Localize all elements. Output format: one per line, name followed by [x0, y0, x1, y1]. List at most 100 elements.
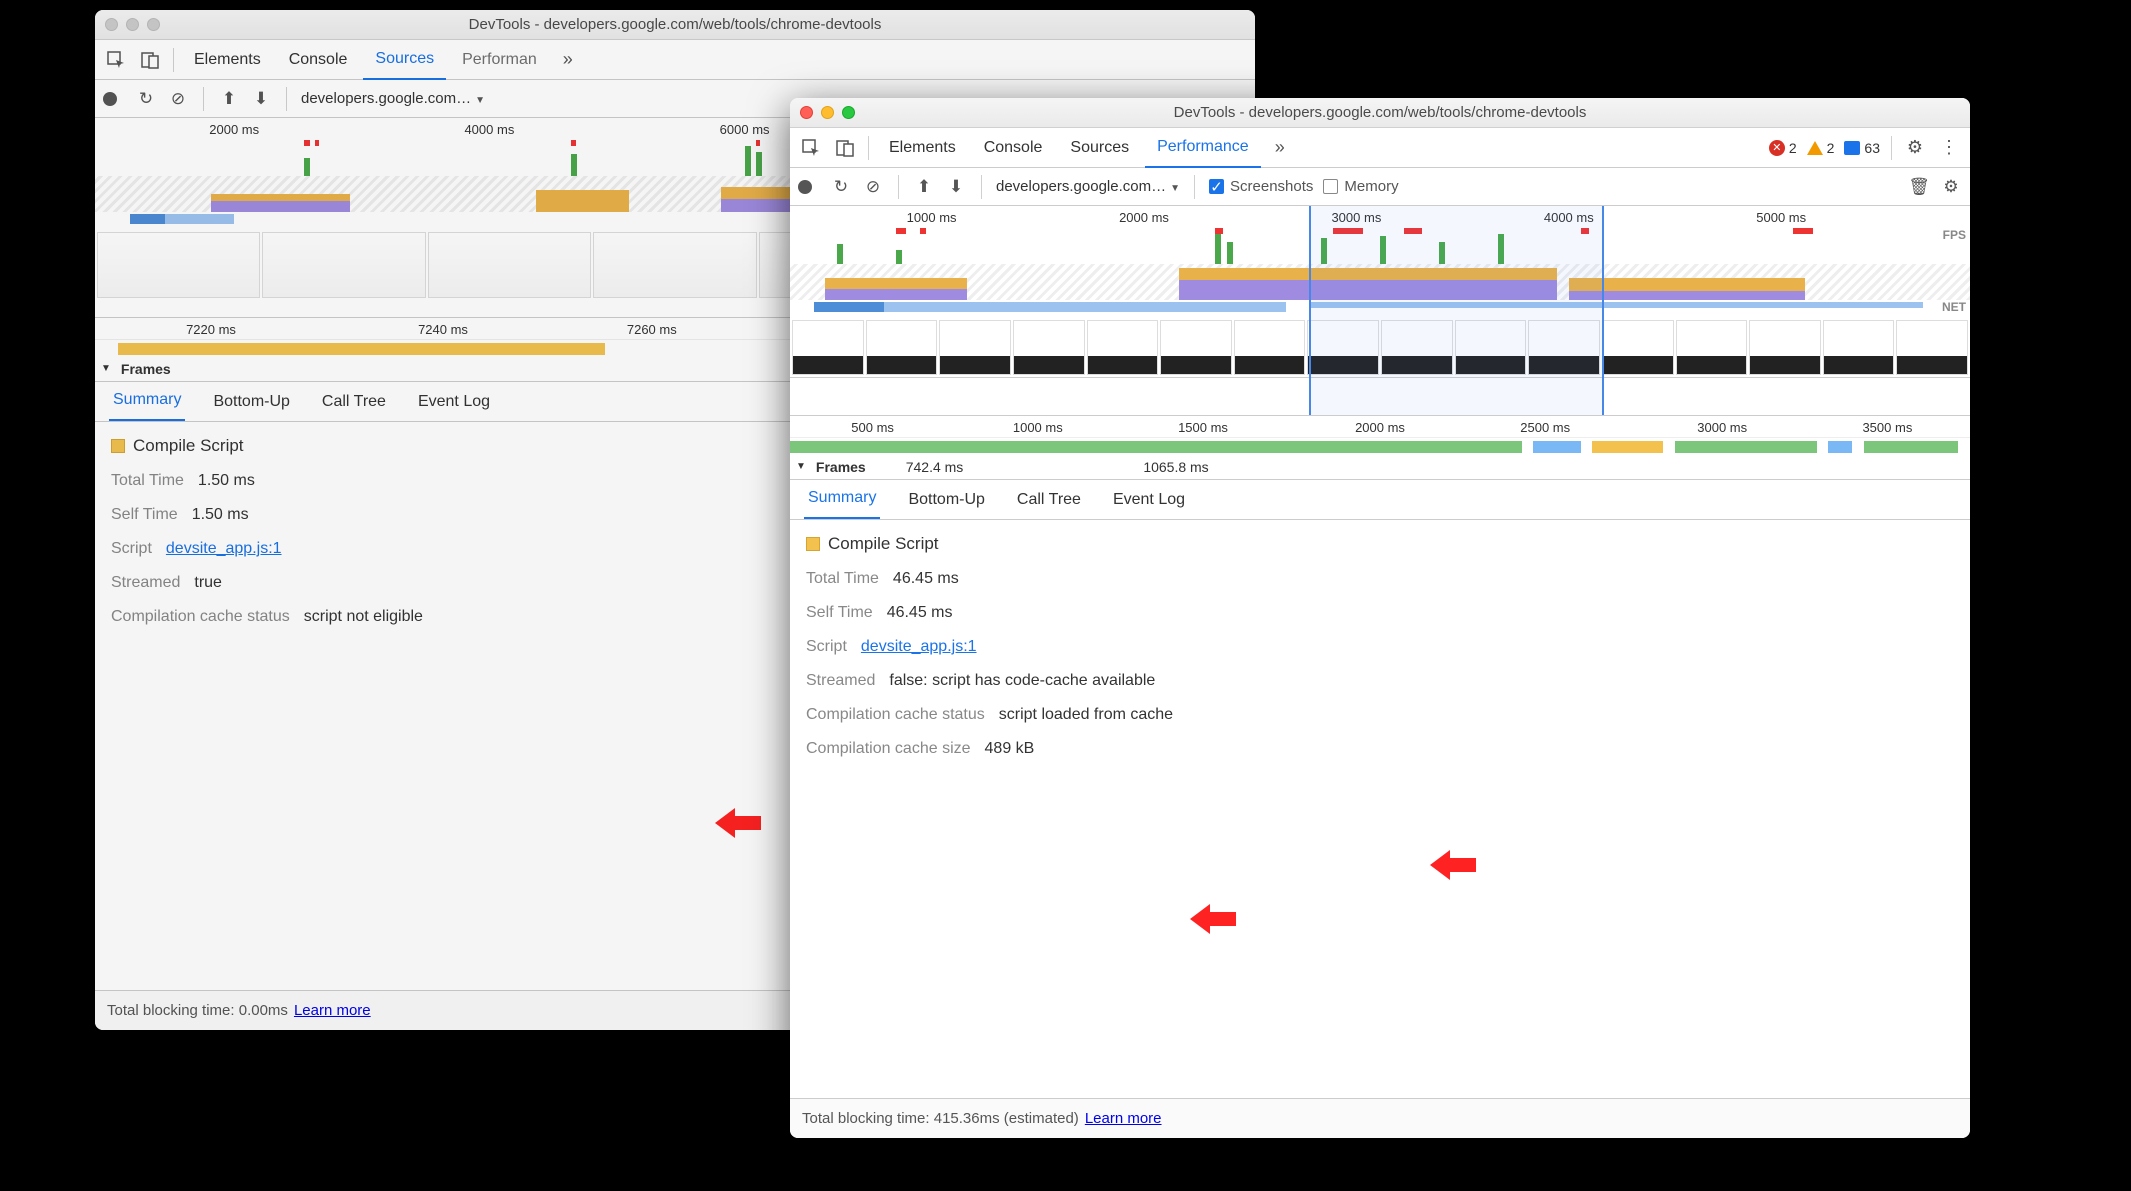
disclosure-tri-icon[interactable]: ▼: [796, 461, 806, 472]
trace-select-label: developers.google.com…: [301, 90, 471, 107]
script-link[interactable]: devsite_app.js:1: [166, 540, 282, 558]
frame-time-2: 1065.8 ms: [1143, 459, 1208, 475]
tab-performance-cut[interactable]: Performan: [450, 41, 549, 79]
min-dot[interactable]: [126, 18, 139, 31]
messages-badge[interactable]: 63: [1844, 140, 1880, 156]
screenshots-check[interactable]: ✓Screenshots: [1209, 178, 1313, 195]
tick: 1000 ms: [1013, 420, 1063, 435]
trace-select[interactable]: developers.google.com…▼: [301, 90, 485, 107]
learn-more-link[interactable]: Learn more: [1085, 1110, 1162, 1127]
kebab-icon[interactable]: ⋮: [1934, 137, 1964, 158]
tick: 2000 ms: [1119, 210, 1169, 225]
titlebar[interactable]: DevTools - developers.google.com/web/too…: [95, 10, 1255, 40]
lbl-streamed: Streamed: [111, 574, 180, 592]
lbl-ccsize: Compilation cache size: [806, 740, 971, 758]
script-link[interactable]: devsite_app.js:1: [861, 638, 977, 656]
tab-elements[interactable]: Elements: [182, 41, 273, 79]
dtab-calltree[interactable]: Call Tree: [1013, 481, 1085, 519]
settings-gear-icon[interactable]: ⚙: [1900, 137, 1930, 158]
reload-icon[interactable]: ↻: [135, 89, 157, 109]
dtab-summary[interactable]: Summary: [109, 381, 185, 421]
record-icon[interactable]: [103, 92, 125, 106]
trace-select[interactable]: developers.google.com…▼: [996, 178, 1180, 195]
overview[interactable]: 1000 ms 2000 ms 3000 ms 4000 ms 5000 ms …: [790, 206, 1970, 416]
device-icon[interactable]: [830, 139, 860, 157]
learn-more-link[interactable]: Learn more: [294, 1002, 371, 1019]
max-dot[interactable]: [147, 18, 160, 31]
download-icon[interactable]: ⬇: [945, 177, 967, 197]
tick: 7240 ms: [418, 322, 468, 337]
more-tabs-icon[interactable]: »: [1265, 137, 1295, 158]
separator: [203, 87, 204, 111]
dtab-summary[interactable]: Summary: [804, 479, 880, 519]
separator: [868, 136, 869, 160]
separator: [981, 175, 982, 199]
titlebar[interactable]: DevTools - developers.google.com/web/too…: [790, 98, 1970, 128]
tick: 2000 ms: [1355, 420, 1405, 435]
device-icon[interactable]: [135, 51, 165, 69]
close-dot[interactable]: [105, 18, 118, 31]
download-icon[interactable]: ⬇: [250, 89, 272, 109]
tab-performance[interactable]: Performance: [1145, 128, 1261, 168]
main-tabs: Elements Console Sources Performan »: [95, 40, 1255, 80]
dtab-eventlog[interactable]: Event Log: [1109, 481, 1189, 519]
tick: 7260 ms: [627, 322, 677, 337]
tab-elements[interactable]: Elements: [877, 129, 968, 167]
tick: 2500 ms: [1520, 420, 1570, 435]
event-title: Compile Script: [806, 534, 1954, 554]
tick: 4000 ms: [464, 122, 514, 137]
block-icon[interactable]: ⊘: [167, 89, 189, 109]
frames-header[interactable]: ▼ Frames 742.4 ms 1065.8 ms: [790, 454, 1970, 480]
delete-icon[interactable]: 🗑: [1908, 177, 1930, 197]
more-tabs-icon[interactable]: »: [553, 49, 583, 70]
reload-icon[interactable]: ↻: [830, 177, 852, 197]
upload-icon[interactable]: ⬆: [218, 89, 240, 109]
memory-check[interactable]: Memory: [1323, 178, 1398, 195]
separator: [1891, 136, 1892, 160]
tbt-value: 415.36ms (estimated): [934, 1110, 1079, 1127]
dtab-bottomup[interactable]: Bottom-Up: [209, 383, 293, 421]
tab-sources[interactable]: Sources: [363, 40, 446, 80]
detail-tabs: Summary Bottom-Up Call Tree Event Log: [790, 480, 1970, 520]
inspect-icon[interactable]: [796, 139, 826, 157]
tab-sources[interactable]: Sources: [1058, 129, 1141, 167]
val-ccstatus: script not eligible: [304, 608, 423, 626]
block-icon[interactable]: ⊘: [862, 177, 884, 197]
scripting-color-icon: [806, 537, 820, 551]
close-dot[interactable]: [800, 106, 813, 119]
inspect-icon[interactable]: [101, 51, 131, 69]
lbl-self: Self Time: [806, 604, 873, 622]
tab-console[interactable]: Console: [972, 129, 1055, 167]
record-icon[interactable]: [798, 180, 820, 194]
tbt-label: Total blocking time:: [802, 1110, 930, 1127]
max-dot[interactable]: [842, 106, 855, 119]
window-title: DevTools - developers.google.com/web/too…: [95, 16, 1255, 33]
disclosure-tri-icon[interactable]: ▼: [101, 363, 111, 374]
min-dot[interactable]: [821, 106, 834, 119]
tick: 500 ms: [851, 420, 894, 435]
errors-badge[interactable]: ✕2: [1769, 140, 1797, 156]
dtab-eventlog[interactable]: Event Log: [414, 383, 494, 421]
scripting-color-icon: [111, 439, 125, 453]
dtab-bottomup[interactable]: Bottom-Up: [904, 481, 988, 519]
window-controls[interactable]: [800, 106, 855, 119]
flame-track[interactable]: [790, 440, 1970, 454]
lbl-total: Total Time: [111, 472, 184, 490]
separator: [898, 175, 899, 199]
val-self: 46.45 ms: [887, 604, 953, 622]
tab-console[interactable]: Console: [277, 41, 360, 79]
lbl-streamed: Streamed: [806, 672, 875, 690]
annotation-arrow-icon: [1430, 850, 1476, 880]
main-tabs: Elements Console Sources Performance » ✕…: [790, 128, 1970, 168]
frames-label: Frames: [121, 361, 171, 377]
val-streamed: true: [194, 574, 222, 592]
settings-gear-icon[interactable]: ⚙: [1940, 177, 1962, 197]
dtab-calltree[interactable]: Call Tree: [318, 383, 390, 421]
tick: 2000 ms: [209, 122, 259, 137]
window-controls[interactable]: [105, 18, 160, 31]
tick: 3000 ms: [1697, 420, 1747, 435]
tick: 6000 ms: [720, 122, 770, 137]
upload-icon[interactable]: ⬆: [913, 177, 935, 197]
warnings-badge[interactable]: 2: [1807, 140, 1835, 156]
val-total: 46.45 ms: [893, 570, 959, 588]
